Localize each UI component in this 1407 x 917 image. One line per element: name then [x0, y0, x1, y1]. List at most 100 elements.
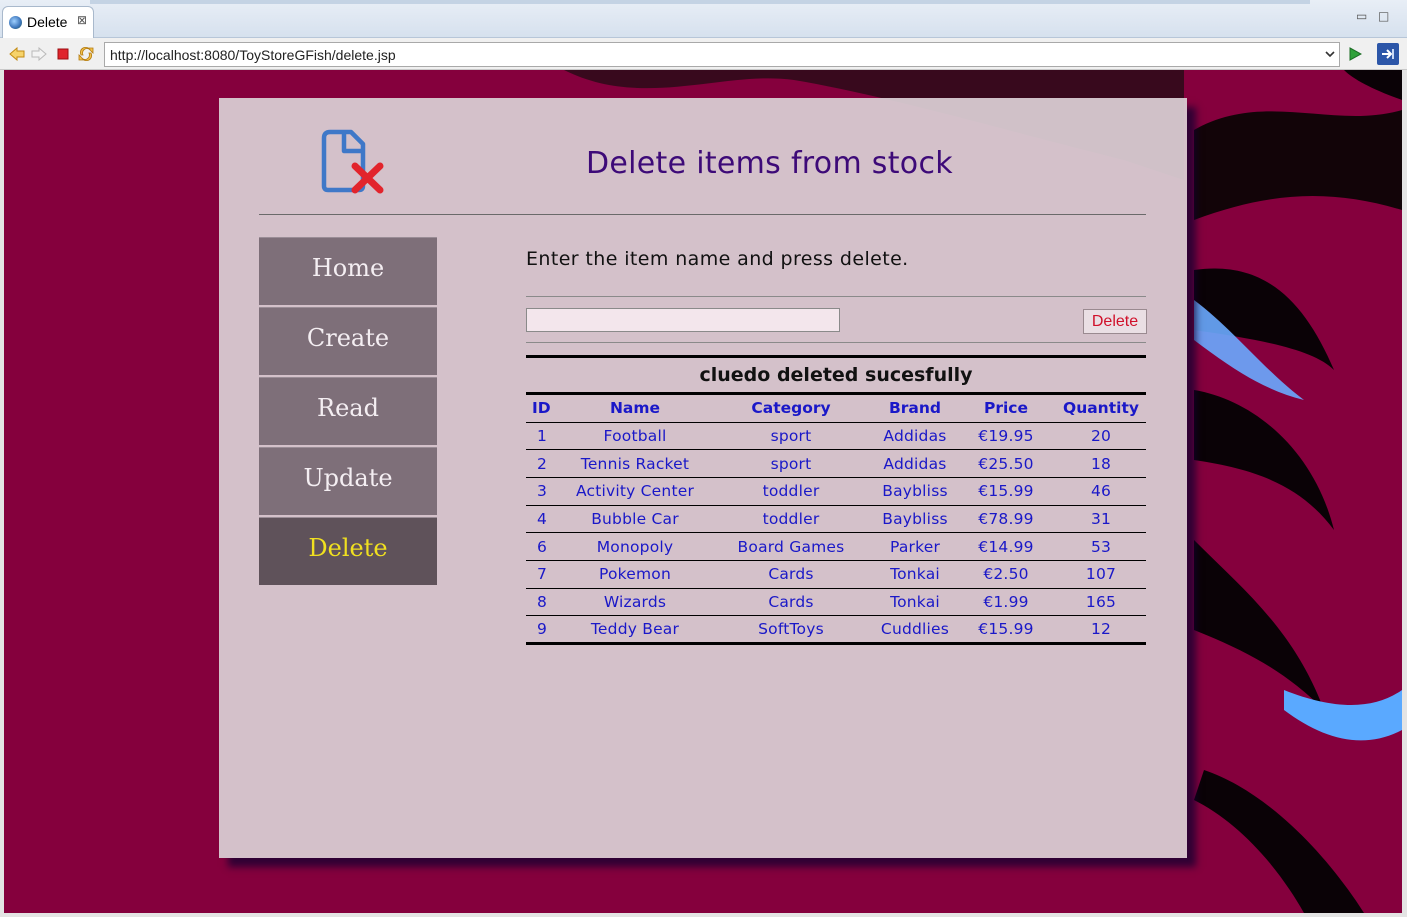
form-divider-bottom [526, 342, 1146, 343]
instructions-text: Enter the item name and press delete. [526, 248, 909, 270]
cell-name: Activity Center [562, 477, 708, 506]
editor-tab-strip: Delete ⊠ ▭ □ [0, 0, 1407, 38]
window-frame-bottom [0, 913, 1407, 917]
cell-price: €19.95 [956, 422, 1056, 451]
cell-name: Football [562, 422, 708, 451]
column-header-id: ID [526, 395, 562, 423]
table-row: 1 Football sport Addidas €19.95 20 [526, 422, 1146, 451]
cell-quantity: 20 [1056, 422, 1146, 451]
nav-update[interactable]: Update [259, 447, 437, 515]
cell-category: SoftToys [708, 615, 874, 645]
table-row: 4 Bubble Car toddler Baybliss €78.99 31 [526, 505, 1146, 534]
cell-brand: Parker [874, 532, 956, 561]
nav-delete[interactable]: Delete [259, 517, 437, 585]
cell-quantity: 107 [1056, 560, 1146, 589]
cell-id: 6 [526, 532, 562, 561]
table-row: 9 Teddy Bear SoftToys Cuddlies €15.99 12 [526, 615, 1146, 645]
item-name-input[interactable] [526, 308, 840, 332]
column-header-category: Category [708, 395, 874, 423]
cell-name: Pokemon [562, 560, 708, 589]
cell-id: 3 [526, 477, 562, 506]
content-panel: Delete items from stock Home Create Read… [219, 98, 1187, 858]
header-divider [259, 214, 1146, 215]
document-delete-icon [317, 126, 387, 196]
cell-category: toddler [708, 505, 874, 534]
stock-table-block: cluedo deleted sucesfully ID Name Catego… [526, 355, 1146, 645]
cell-quantity: 165 [1056, 588, 1146, 617]
column-header-quantity: Quantity [1056, 395, 1146, 423]
url-text: http://localhost:8080/ToyStoreGFish/dele… [110, 47, 396, 63]
page-title: Delete items from stock [586, 146, 953, 181]
cell-brand: Baybliss [874, 477, 956, 506]
cell-id: 4 [526, 505, 562, 534]
main-nav: Home Create Read Update Delete [259, 237, 437, 587]
cell-price: €2.50 [956, 560, 1056, 589]
cell-name: Wizards [562, 588, 708, 617]
window-frame-right [1402, 70, 1407, 917]
column-header-price: Price [956, 395, 1056, 423]
cell-quantity: 12 [1056, 615, 1146, 645]
nav-home[interactable]: Home [259, 237, 437, 305]
cell-brand: Cuddlies [874, 615, 956, 645]
cell-category: sport [708, 422, 874, 451]
forward-icon[interactable] [30, 45, 48, 63]
chevron-down-icon[interactable] [1324, 45, 1336, 66]
cell-id: 9 [526, 615, 562, 645]
cell-id: 1 [526, 422, 562, 451]
cell-quantity: 46 [1056, 477, 1146, 506]
column-header-name: Name [562, 395, 708, 423]
column-header-brand: Brand [874, 395, 956, 423]
table-row: 7 Pokemon Cards Tonkai €2.50 107 [526, 560, 1146, 589]
table-row: 3 Activity Center toddler Baybliss €15.99 46 [526, 477, 1146, 506]
url-input[interactable]: http://localhost:8080/ToyStoreGFish/dele… [104, 42, 1340, 67]
table-row: 2 Tennis Racket sport Addidas €25.50 18 [526, 449, 1146, 478]
cell-brand: Tonkai [874, 560, 956, 589]
stop-icon[interactable] [54, 45, 72, 63]
cell-name: Bubble Car [562, 505, 708, 534]
cell-id: 7 [526, 560, 562, 589]
cell-id: 2 [526, 449, 562, 478]
refresh-icon[interactable] [77, 45, 95, 63]
cell-category: Board Games [708, 532, 874, 561]
cell-category: Cards [708, 560, 874, 589]
page-viewport: Delete items from stock Home Create Read… [4, 70, 1402, 913]
cell-name: Monopoly [562, 532, 708, 561]
cell-price: €1.99 [956, 588, 1056, 617]
cell-category: sport [708, 449, 874, 478]
cell-brand: Addidas [874, 422, 956, 451]
table-row: 6 Monopoly Board Games Parker €14.99 53 [526, 532, 1146, 561]
nav-create[interactable]: Create [259, 307, 437, 375]
table-row: 8 Wizards Cards Tonkai €1.99 165 [526, 588, 1146, 617]
cell-brand: Addidas [874, 449, 956, 478]
globe-icon [9, 16, 22, 29]
cell-quantity: 53 [1056, 532, 1146, 561]
cell-price: €15.99 [956, 615, 1056, 645]
cell-category: toddler [708, 477, 874, 506]
cell-id: 8 [526, 588, 562, 617]
maximize-icon[interactable]: □ [1378, 9, 1389, 23]
minimize-icon[interactable]: ▭ [1356, 9, 1367, 23]
delete-button[interactable]: Delete [1083, 309, 1147, 334]
cell-quantity: 18 [1056, 449, 1146, 478]
back-icon[interactable] [8, 45, 26, 63]
cell-name: Tennis Racket [562, 449, 708, 478]
tab-title: Delete [27, 14, 68, 30]
cell-price: €14.99 [956, 532, 1056, 561]
go-icon[interactable] [1346, 45, 1364, 63]
cell-price: €25.50 [956, 449, 1056, 478]
cell-brand: Baybliss [874, 505, 956, 534]
status-message: cluedo deleted sucesfully [699, 364, 973, 386]
cell-price: €78.99 [956, 505, 1056, 534]
stock-table: ID Name Category Brand Price Quantity 1F… [526, 395, 1146, 645]
close-tab-icon[interactable]: ⊠ [77, 13, 87, 27]
tab-strip-edge [90, 0, 1310, 4]
nav-read[interactable]: Read [259, 377, 437, 445]
cell-quantity: 31 [1056, 505, 1146, 534]
browser-toolbar: http://localhost:8080/ToyStoreGFish/dele… [0, 38, 1407, 70]
cell-brand: Tonkai [874, 588, 956, 617]
external-browser-icon[interactable] [1377, 43, 1399, 65]
cell-category: Cards [708, 588, 874, 617]
cell-name: Teddy Bear [562, 615, 708, 645]
tab-delete[interactable]: Delete ⊠ [2, 6, 94, 38]
form-divider-top [526, 296, 1146, 297]
